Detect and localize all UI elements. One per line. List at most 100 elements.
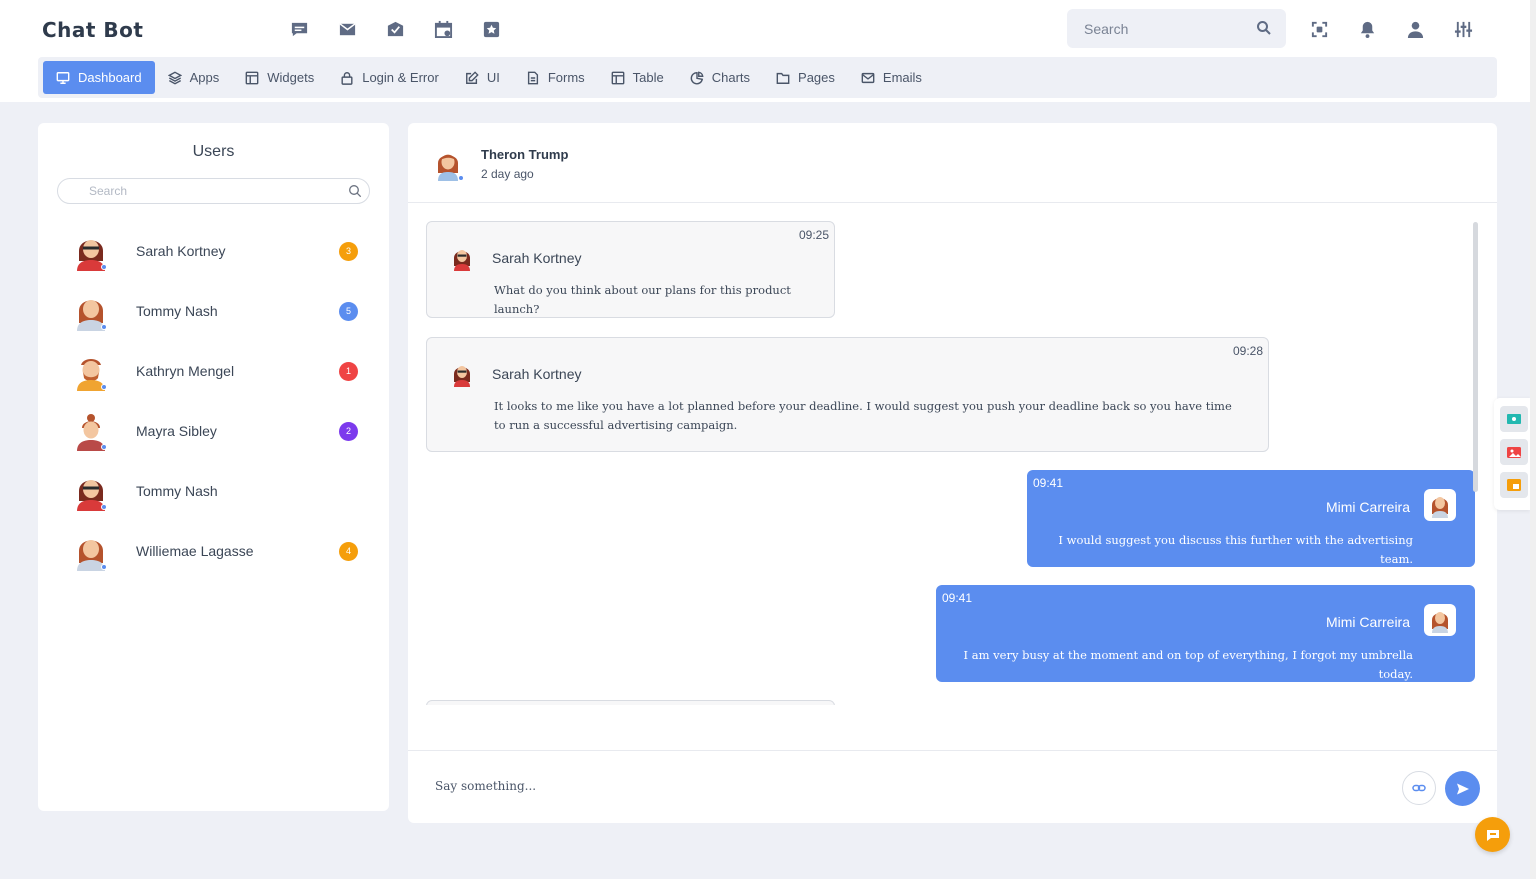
message-time: 09:28 (1232, 344, 1263, 358)
header-search[interactable] (1067, 9, 1286, 48)
sender-avatar (452, 245, 472, 271)
message-bubble-own: 09:41 Mimi Carreira I am very busy at th… (936, 585, 1475, 682)
user-name: Mayra Sibley (136, 423, 217, 439)
contact-name: Theron Trump (481, 147, 569, 162)
online-indicator (101, 384, 107, 390)
attach-button[interactable] (1402, 771, 1436, 805)
online-indicator (101, 264, 107, 270)
chat-header: Theron Trump 2 day ago (408, 123, 1497, 203)
nav-label: Emails (882, 70, 922, 85)
dock-button-1[interactable] (1500, 406, 1528, 432)
folder-icon (776, 72, 790, 84)
search-icon[interactable] (348, 184, 362, 198)
page-scrollbar[interactable] (1530, 0, 1536, 879)
fullscreen-icon[interactable] (1309, 18, 1329, 40)
table-icon (611, 71, 625, 84)
sender-name: Mimi Carreira (1326, 614, 1410, 630)
user-list-item[interactable]: Tommy Nash (38, 461, 389, 521)
sender-name: Sarah Kortney (492, 366, 582, 382)
message-time: 09:41 (1033, 476, 1064, 490)
nav-ui[interactable]: UI (452, 61, 513, 94)
sliders-icon[interactable] (1453, 18, 1473, 40)
chat-bubble-icon[interactable] (289, 18, 309, 40)
nav-items: Dashboard Apps Widgets Login & Error UI … (43, 61, 935, 94)
nav-widgets[interactable]: Widgets (232, 61, 327, 94)
brand-logo[interactable]: Chat Bot (42, 18, 143, 42)
online-indicator (101, 504, 107, 510)
nav-pages[interactable]: Pages (763, 61, 848, 94)
user-name: Kathryn Mengel (136, 363, 235, 379)
online-indicator (101, 444, 107, 450)
nav-label: Login & Error (362, 70, 439, 85)
header-actions (1309, 18, 1473, 40)
user-list: Sarah Kortney 3 Tommy Nash 5 Kathryn Mengel 1… (38, 221, 389, 581)
nav-forms[interactable]: Forms (513, 61, 598, 94)
header-search-input[interactable] (1067, 9, 1286, 48)
online-indicator (458, 175, 464, 181)
user-list-item[interactable]: Kathryn Mengel 1 (38, 341, 389, 401)
send-button[interactable] (1445, 771, 1480, 806)
nav-label: Pages (798, 70, 835, 85)
mail-icon[interactable] (337, 18, 357, 40)
user-list-item[interactable]: Mayra Sibley 2 (38, 401, 389, 461)
edit-icon (465, 70, 479, 84)
lock-icon (341, 71, 353, 85)
chat-icon (1486, 829, 1499, 841)
nav-dashboard[interactable]: Dashboard (43, 61, 155, 94)
user-list-item[interactable]: Williemae Lagasse 4 (38, 521, 389, 581)
message-text: I would suggest you discuss this further… (1058, 533, 1413, 566)
message-input[interactable] (426, 771, 1386, 801)
star-icon[interactable] (481, 18, 501, 40)
quick-icons (289, 18, 501, 40)
messages-scrollbar[interactable] (1473, 222, 1478, 492)
user-list-item[interactable]: Tommy Nash 5 (38, 281, 389, 341)
file-icon (527, 71, 538, 84)
user-name: Williemae Lagasse (136, 543, 254, 559)
top-header: Chat Bot Search Dashboard Apps Widgets L… (0, 0, 1530, 102)
nav-emails[interactable]: Emails (848, 61, 935, 94)
user-list-item[interactable]: Sarah Kortney 3 (38, 221, 389, 281)
nav-login-error[interactable]: Login & Error (327, 61, 452, 94)
message-bubble: 09:28 Sarah Kortney It looks to me like … (426, 337, 1269, 452)
users-panel: Users Sarah Kortney 3 Tommy Nash 5 Kathryn M… (38, 123, 389, 811)
message-time: 09:41 (942, 591, 973, 605)
nav-apps[interactable]: Apps (155, 61, 233, 94)
user-name: Tommy Nash (136, 303, 218, 319)
nav-charts[interactable]: Charts (677, 61, 763, 94)
users-title: Users (192, 143, 235, 160)
message-text: I am very busy at the moment and on top … (963, 648, 1413, 681)
bell-icon[interactable] (1357, 18, 1377, 40)
mail-check-icon[interactable] (385, 18, 405, 40)
nav-label: UI (486, 70, 500, 85)
user-avatar (74, 233, 108, 271)
unread-count-badge: 1 (339, 362, 358, 381)
message-bubble: 09:25 Sarah Kortney What do you think ab… (426, 221, 835, 318)
nav-label: Dashboard (78, 70, 142, 85)
chat-launcher-button[interactable] (1475, 817, 1510, 852)
unread-count-badge: 5 (339, 302, 358, 321)
user-search[interactable] (57, 178, 370, 204)
dock-button-3[interactable] (1500, 472, 1528, 498)
sender-name: Mimi Carreira (1326, 499, 1410, 515)
calendar-icon[interactable] (433, 18, 453, 40)
unread-count-badge: 3 (339, 242, 358, 261)
message-bubble-partial (426, 700, 835, 705)
monitor-icon (56, 71, 70, 84)
nav-table[interactable]: Table (598, 61, 677, 94)
main-nav: Dashboard Apps Widgets Login & Error UI … (38, 57, 1497, 98)
user-search-input[interactable] (58, 179, 369, 203)
money-icon (1507, 414, 1521, 424)
message-square-icon (1507, 479, 1521, 491)
online-indicator (101, 564, 107, 570)
search-icon[interactable] (1256, 20, 1272, 36)
user-icon[interactable] (1405, 18, 1425, 40)
link-icon (1412, 784, 1426, 792)
nav-label: Forms (547, 70, 585, 85)
online-indicator (101, 324, 107, 330)
contact-avatar[interactable] (435, 147, 464, 181)
user-name: Tommy Nash (136, 483, 218, 499)
sender-avatar (1424, 604, 1456, 636)
pie-chart-icon (690, 71, 704, 84)
dock-button-2[interactable] (1500, 439, 1528, 465)
message-text: It looks to me like you have a lot plann… (494, 399, 1232, 432)
